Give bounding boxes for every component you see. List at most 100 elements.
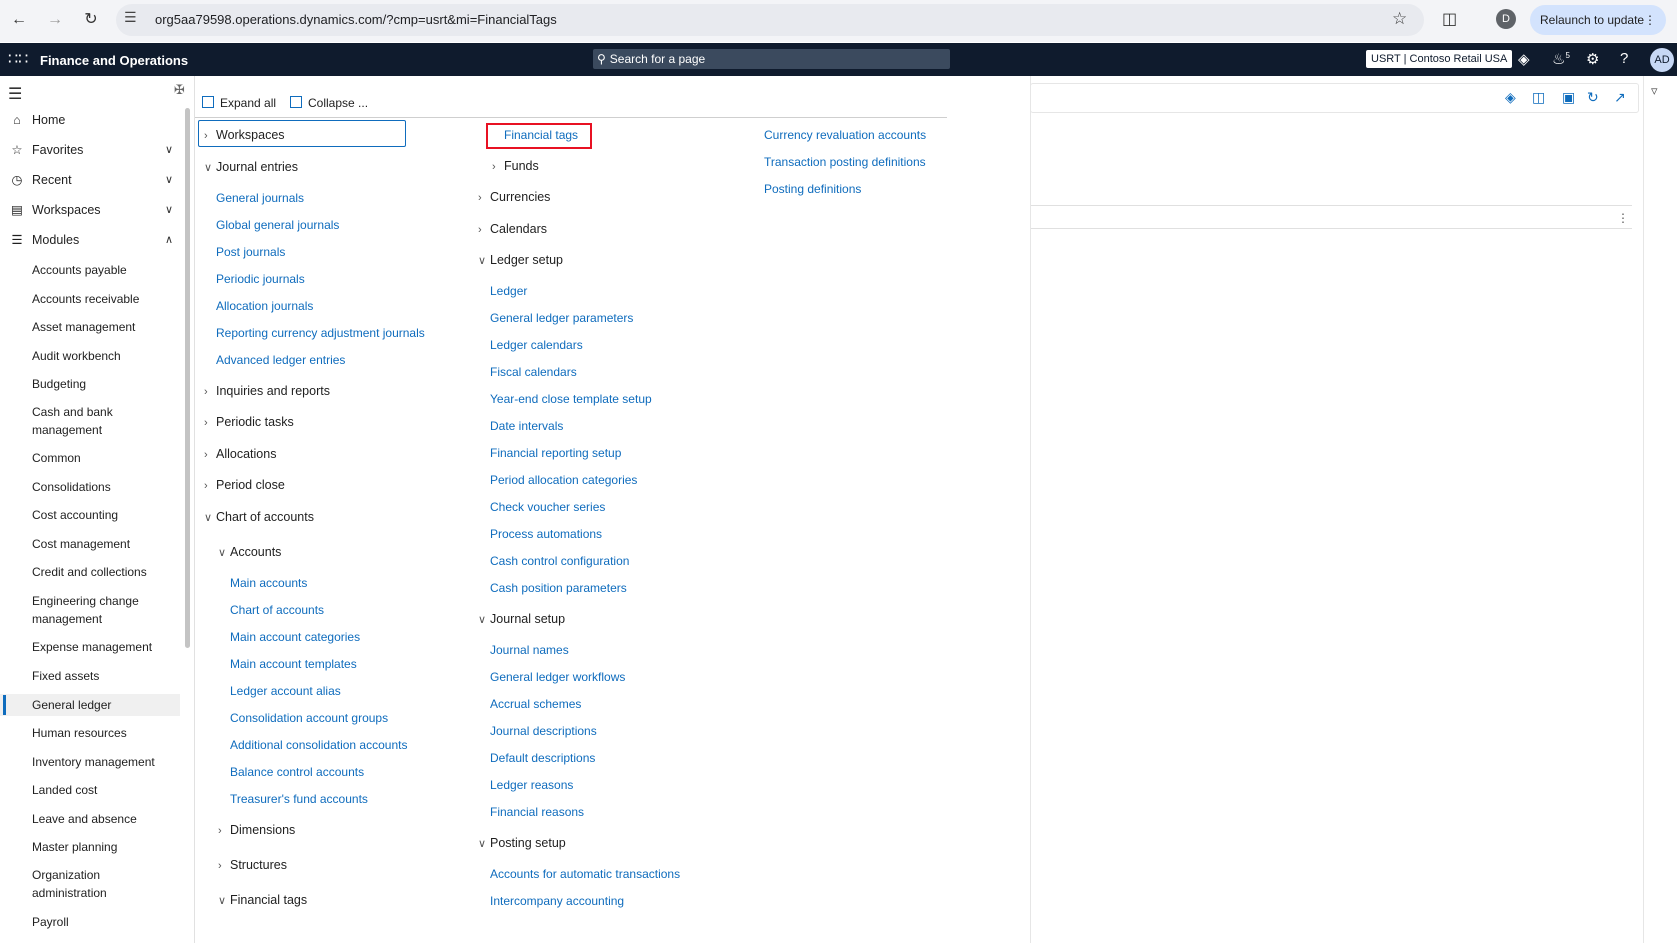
module-item-general-ledger[interactable]: General ledger (32, 696, 172, 714)
bookmark-star-icon[interactable]: ☆ (1392, 9, 1407, 29)
pin-icon[interactable]: ✠ (174, 82, 185, 98)
link-period-allocation-categories[interactable]: Period allocation categories (490, 473, 637, 487)
link-journal-names[interactable]: Journal names (490, 643, 569, 657)
link-accrual-schemes[interactable]: Accrual schemes (490, 697, 581, 711)
link-posting-definitions[interactable]: Posting definitions (764, 182, 861, 196)
office-icon[interactable]: ◈ (1505, 89, 1516, 106)
nav-workspaces[interactable]: ▤ Workspaces (8, 202, 100, 217)
module-item[interactable]: Cost accounting (32, 506, 172, 524)
chevron-up-icon[interactable]: ∧ (165, 233, 173, 246)
module-item[interactable]: Payroll (32, 913, 172, 931)
group-periodic-tasks[interactable]: › Periodic tasks (204, 415, 294, 429)
more-options-icon[interactable]: ⋮ (1617, 211, 1629, 225)
link-journal-descriptions[interactable]: Journal descriptions (490, 724, 597, 738)
group-chart-of-accounts[interactable]: ∨ Chart of accounts (204, 510, 314, 524)
group-accounts[interactable]: ∨ Accounts (218, 545, 281, 559)
nav-favorites[interactable]: ☆ Favorites (8, 142, 83, 157)
module-item[interactable]: Asset management (32, 318, 172, 336)
copilot-icon[interactable]: ◈ (1518, 50, 1530, 68)
filter-icon[interactable]: ▿ (1651, 83, 1658, 99)
link-intercompany-accounting[interactable]: Intercompany accounting (490, 894, 624, 908)
chevron-down-icon[interactable]: ∨ (165, 173, 173, 186)
link-post-journals[interactable]: Post journals (216, 245, 285, 259)
link-consolidation-account-groups[interactable]: Consolidation account groups (230, 711, 388, 725)
group-posting-setup[interactable]: ∨ Posting setup (478, 836, 566, 850)
nav-modules[interactable]: ☰ Modules (8, 232, 79, 247)
popout-icon[interactable]: ↗ (1614, 89, 1626, 106)
back-arrow-icon[interactable]: ← (10, 11, 28, 29)
group-period-close[interactable]: › Period close (204, 478, 285, 492)
module-item[interactable]: Cash and bank management (32, 403, 172, 439)
link-cash-position-parameters[interactable]: Cash position parameters (490, 581, 627, 595)
relaunch-button[interactable]: Relaunch to update ⋮ (1530, 5, 1666, 35)
module-item[interactable]: Expense management (32, 638, 172, 656)
collapse-button[interactable]: Collapse ... (290, 96, 368, 110)
group-workspaces[interactable]: › Workspaces (204, 128, 285, 142)
link-financial-reasons[interactable]: Financial reasons (490, 805, 584, 819)
module-item[interactable]: Human resources (32, 724, 172, 742)
link-cash-control-configuration[interactable]: Cash control configuration (490, 554, 629, 568)
module-item[interactable]: Accounts payable (32, 261, 172, 279)
link-accounts-for-automatic-transactions[interactable]: Accounts for automatic transactions (490, 867, 680, 881)
link-general-ledger-workflows[interactable]: General ledger workflows (490, 670, 625, 684)
notifications-bell-icon[interactable]: ♨5 (1552, 50, 1570, 68)
link-main-account-categories[interactable]: Main account categories (230, 630, 360, 644)
module-item[interactable]: Inventory management (32, 753, 172, 771)
link-allocation-journals[interactable]: Allocation journals (216, 299, 313, 313)
link-general-ledger-parameters[interactable]: General ledger parameters (490, 311, 633, 325)
link-year-end-close-template-setup[interactable]: Year-end close template setup (490, 392, 652, 406)
link-date-intervals[interactable]: Date intervals (490, 419, 563, 433)
app-launcher-icon[interactable]: ∷∷ (8, 49, 28, 69)
link-global-general-journals[interactable]: Global general journals (216, 218, 339, 232)
nav-scrollbar[interactable] (185, 108, 190, 648)
user-avatar[interactable]: AD (1650, 48, 1674, 72)
refresh-icon[interactable]: ↻ (1587, 89, 1599, 106)
module-item[interactable]: Budgeting (32, 375, 172, 393)
link-additional-consolidation-accounts[interactable]: Additional consolidation accounts (230, 738, 407, 752)
module-item[interactable]: Landed cost (32, 781, 172, 799)
forward-arrow-icon[interactable]: → (46, 11, 64, 29)
group-financial-tags[interactable]: ∨ Financial tags (218, 893, 307, 907)
group-funds[interactable]: › Funds (492, 159, 539, 173)
link-balance-control-accounts[interactable]: Balance control accounts (230, 765, 364, 779)
badge-icon[interactable]: ▣ (1562, 89, 1575, 106)
module-item[interactable]: Accounts receivable (32, 290, 172, 308)
group-calendars[interactable]: › Calendars (478, 222, 547, 236)
link-ledger[interactable]: Ledger (490, 284, 527, 298)
app-title[interactable]: Finance and Operations (40, 53, 188, 68)
link-financial-reporting-setup[interactable]: Financial reporting setup (490, 446, 621, 460)
link-check-voucher-series[interactable]: Check voucher series (490, 500, 605, 514)
nav-recent[interactable]: ◷ Recent (8, 172, 72, 187)
link-advanced-ledger-entries[interactable]: Advanced ledger entries (216, 353, 345, 367)
link-periodic-journals[interactable]: Periodic journals (216, 272, 305, 286)
profile-avatar[interactable]: D (1496, 9, 1516, 29)
link-ledger-reasons[interactable]: Ledger reasons (490, 778, 573, 792)
group-journal-entries[interactable]: ∨ Journal entries (204, 160, 298, 174)
group-dimensions[interactable]: › Dimensions (218, 823, 295, 837)
module-item[interactable]: Engineering change management (32, 592, 172, 628)
link-transaction-posting-definitions[interactable]: Transaction posting definitions (764, 155, 926, 169)
module-item[interactable]: Master planning (32, 838, 172, 856)
module-item[interactable]: Organization administration (32, 866, 172, 902)
link-ledger-calendars[interactable]: Ledger calendars (490, 338, 583, 352)
module-item[interactable]: Credit and collections (32, 563, 172, 581)
module-item[interactable]: Common (32, 449, 172, 467)
link-ledger-account-alias[interactable]: Ledger account alias (230, 684, 341, 698)
link-chart-of-accounts[interactable]: Chart of accounts (230, 603, 324, 617)
group-ledger-setup[interactable]: ∨ Ledger setup (478, 253, 563, 267)
link-default-descriptions[interactable]: Default descriptions (490, 751, 595, 765)
group-currencies[interactable]: › Currencies (478, 190, 550, 204)
nav-home[interactable]: ⌂ Home (8, 113, 65, 127)
link-process-automations[interactable]: Process automations (490, 527, 602, 541)
hamburger-menu-icon[interactable]: ☰ (8, 84, 22, 104)
module-item[interactable]: Audit workbench (32, 347, 172, 365)
url-text[interactable]: org5aa79598.operations.dynamics.com/?cmp… (155, 12, 557, 27)
extensions-icon[interactable]: ◫ (1442, 9, 1457, 29)
group-structures[interactable]: › Structures (218, 858, 287, 872)
group-inquiries-and-reports[interactable]: › Inquiries and reports (204, 384, 330, 398)
module-item[interactable]: Fixed assets (32, 667, 172, 685)
link-main-account-templates[interactable]: Main account templates (230, 657, 357, 671)
group-journal-setup[interactable]: ∨ Journal setup (478, 612, 565, 626)
chevron-down-icon[interactable]: ∨ (165, 203, 173, 216)
link-general-journals[interactable]: General journals (216, 191, 304, 205)
